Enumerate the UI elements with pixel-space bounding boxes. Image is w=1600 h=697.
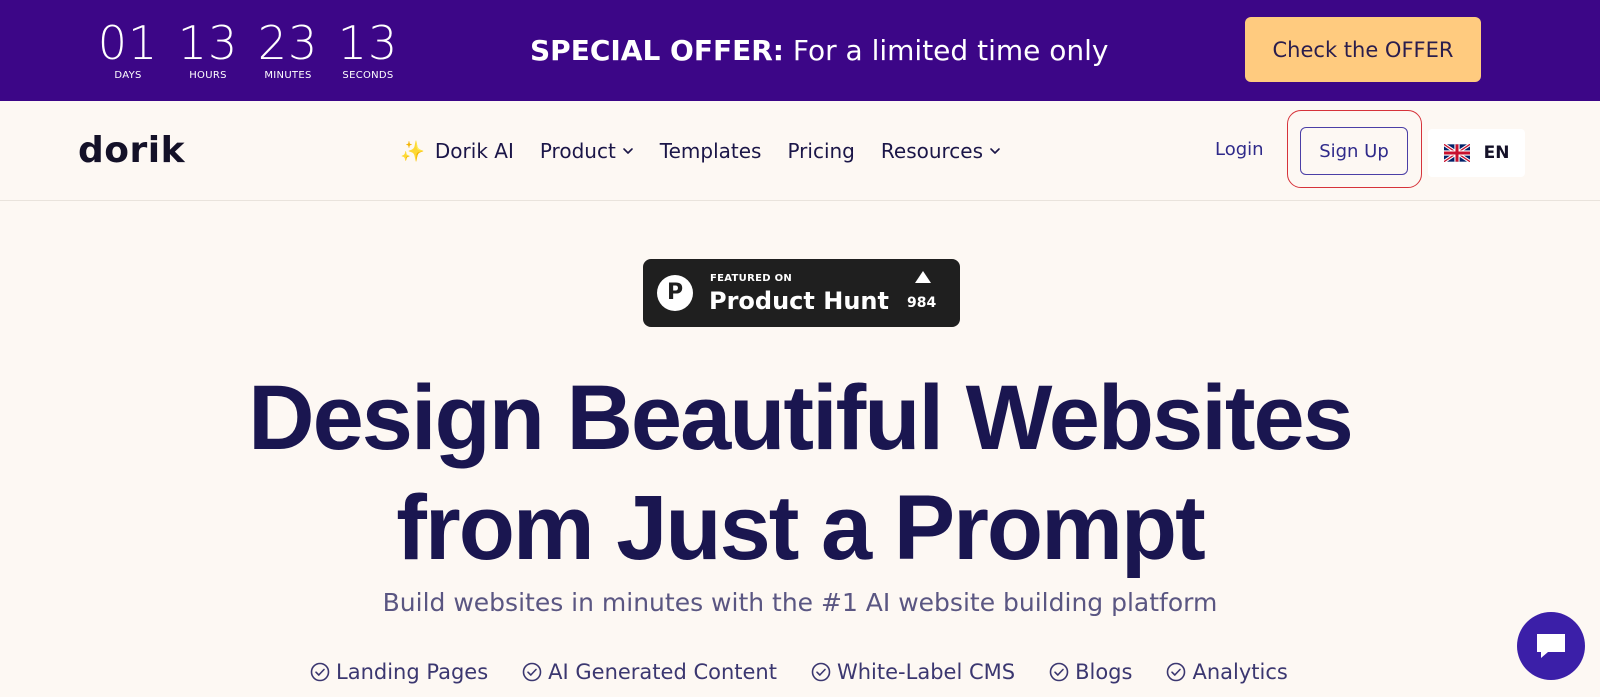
language-selector[interactable]: EN <box>1428 129 1525 177</box>
check-circle-icon <box>811 662 831 682</box>
chat-bubble-icon <box>1537 634 1565 658</box>
nav-menu: ✨ Dorik AI Product Templates Pricing Res… <box>400 139 1027 163</box>
badge-product-name: Product Hunt <box>709 287 889 315</box>
countdown-hours-value: 13 <box>177 16 239 70</box>
login-link[interactable]: Login <box>1215 139 1264 160</box>
product-hunt-logo-letter: P <box>666 280 684 305</box>
logo-text: dorik <box>78 130 186 171</box>
chevron-down-icon <box>622 148 633 154</box>
feature-label: Analytics <box>1192 660 1288 684</box>
countdown-days-value: 01 <box>97 16 159 70</box>
promo-banner: 01 DAYS 13 HOURS 23 MINUTES 13 SECONDS S… <box>0 0 1600 101</box>
countdown-days-label: DAYS <box>114 70 142 81</box>
signup-button[interactable]: Sign Up <box>1300 127 1408 175</box>
check-circle-icon <box>1167 662 1186 682</box>
language-code: EN <box>1483 143 1510 163</box>
promo-offer-text: For a limited time only <box>783 34 1109 67</box>
uk-flag-icon <box>1443 144 1470 162</box>
feature-label: Landing Pages <box>336 660 489 684</box>
nav-item-label: Pricing <box>787 139 855 163</box>
dorik-logo[interactable]: dorik <box>78 131 185 171</box>
hero-headline-line-1: Design Beautiful Websites <box>248 367 1354 469</box>
feature-item: Blogs <box>1049 660 1132 684</box>
nav-item-templates[interactable]: Templates <box>660 139 762 163</box>
badge-featured-text: FEATURED ON <box>710 273 793 284</box>
chevron-down-icon <box>990 148 1000 154</box>
nav-item-label: Dorik AI <box>434 139 514 163</box>
nav-item-pricing[interactable]: Pricing <box>787 139 854 163</box>
countdown-hours-label: HOURS <box>189 70 227 81</box>
nav-item-product[interactable]: Product <box>540 139 634 163</box>
hero-headline: Design Beautiful Websites from Just a Pr… <box>0 363 1600 583</box>
promo-message: SPECIAL OFFER: For a limited time only <box>530 33 1108 69</box>
feature-item: White-Label CMS <box>811 660 1015 684</box>
nav-item-label: Templates <box>659 139 762 163</box>
countdown-minutes-label: MINUTES <box>264 70 312 81</box>
upvote-arrow-icon <box>915 271 931 283</box>
hero-headline-line-2: from Just a Prompt <box>396 477 1205 579</box>
feature-label: Blogs <box>1075 660 1133 684</box>
chat-widget-button[interactable] <box>1517 612 1585 680</box>
feature-label: AI Generated Content <box>548 660 777 684</box>
check-circle-icon <box>522 662 542 682</box>
badge-upvote-count: 984 <box>907 295 937 311</box>
check-circle-icon <box>310 662 330 682</box>
countdown-minutes: 23 MINUTES <box>248 18 328 82</box>
sparkle-icon: ✨ <box>400 139 425 163</box>
check-circle-icon <box>1049 662 1069 682</box>
product-hunt-badge[interactable]: P FEATURED ON Product Hunt 984 <box>643 259 960 327</box>
countdown-days: 01 DAYS <box>88 18 168 82</box>
nav-item-resources[interactable]: Resources <box>881 139 1001 163</box>
countdown-seconds-value: 13 <box>337 16 399 70</box>
countdown-hours: 13 HOURS <box>168 18 248 82</box>
feature-label: White-Label CMS <box>836 660 1016 684</box>
promo-offer-title: SPECIAL OFFER: <box>530 34 784 67</box>
countdown-seconds: 13 SECONDS <box>328 18 408 82</box>
product-hunt-icon: P <box>657 275 693 311</box>
hero-subheadline: Build websites in minutes with the #1 AI… <box>382 588 1218 617</box>
nav-item-label: Product <box>539 139 616 163</box>
countdown-minutes-value: 23 <box>257 16 319 70</box>
feature-item: Analytics <box>1166 660 1288 684</box>
feature-item: Landing Pages <box>310 660 488 684</box>
check-offer-button[interactable]: Check the OFFER <box>1245 17 1481 82</box>
feature-list: Landing Pages AI Generated Content White… <box>310 660 1322 684</box>
countdown-seconds-label: SECONDS <box>342 70 394 81</box>
feature-item: AI Generated Content <box>522 660 777 684</box>
nav-item-dorik-ai[interactable]: ✨ Dorik AI <box>400 139 514 163</box>
nav-item-label: Resources <box>880 139 984 163</box>
countdown-timer: 01 DAYS 13 HOURS 23 MINUTES 13 SECONDS <box>88 18 408 82</box>
